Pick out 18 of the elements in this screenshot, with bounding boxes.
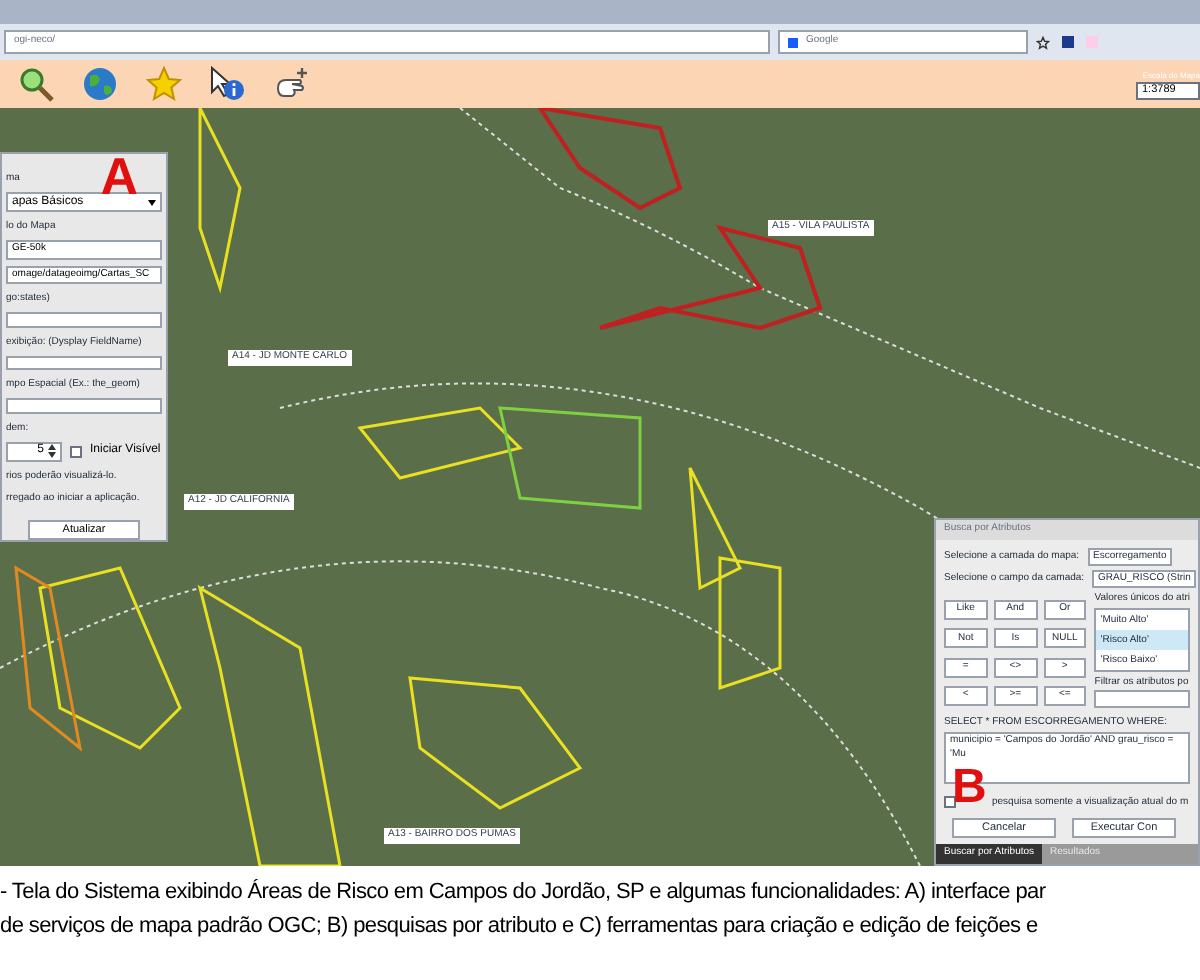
checkbox[interactable] bbox=[944, 796, 956, 809]
figure-caption-line: - Tela do Sistema exibindo Áreas de Risco em Campos do Jordão, SP e algumas funcionalidades: A) interface par bbox=[0, 878, 1048, 908]
globe-icon[interactable] bbox=[80, 64, 120, 104]
input-field[interactable] bbox=[6, 355, 162, 371]
star-icon[interactable] bbox=[1036, 35, 1050, 49]
dropdown-icon bbox=[148, 199, 156, 205]
info-cursor-icon[interactable] bbox=[208, 64, 248, 104]
filter-field[interactable] bbox=[1094, 690, 1190, 708]
figure-caption-line: de serviços de mapa padrão OGC; B) pesquisas por atributo e C) ferramentas para criação e edição de feições e bbox=[0, 912, 1040, 942]
risk-area-outline[interactable] bbox=[498, 406, 642, 510]
input-field[interactable] bbox=[6, 398, 162, 414]
risk-area-outline[interactable] bbox=[14, 565, 83, 752]
checkbox[interactable] bbox=[70, 445, 82, 458]
spin-arrows-icon bbox=[48, 444, 56, 459]
zoom-icon[interactable] bbox=[16, 64, 56, 104]
star-icon[interactable] bbox=[144, 64, 184, 104]
satellite-map[interactable] bbox=[0, 108, 1200, 866]
input-field[interactable] bbox=[6, 312, 162, 328]
